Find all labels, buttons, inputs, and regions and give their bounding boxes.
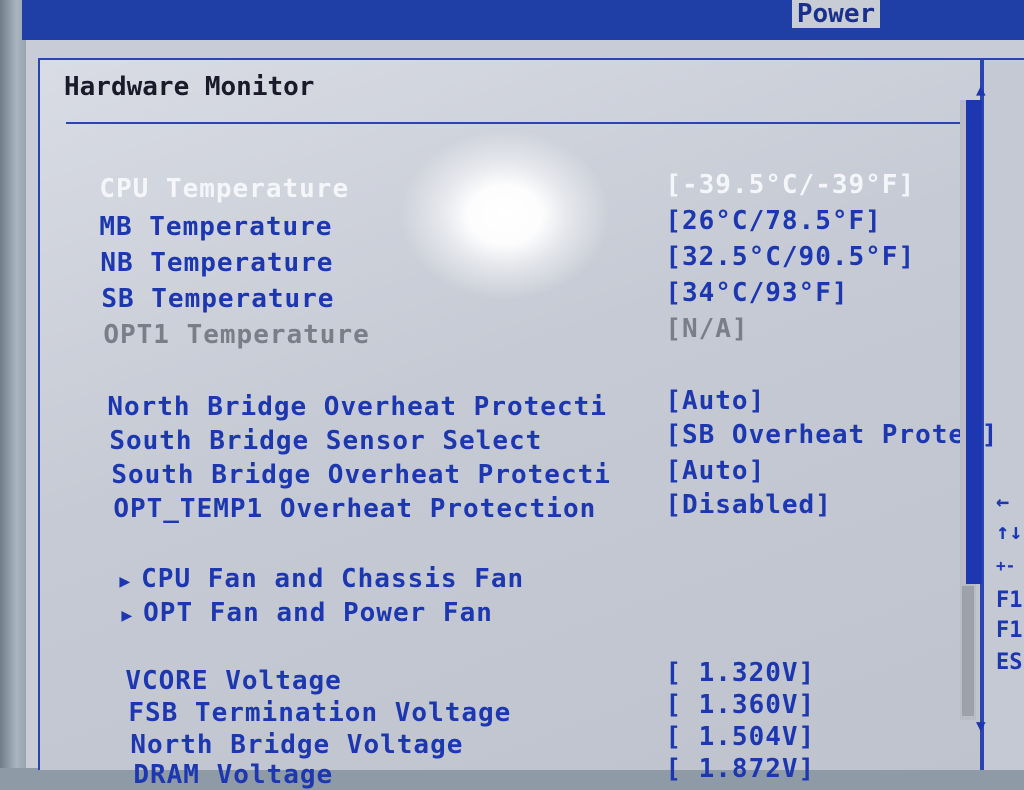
- page-title: Hardware Monitor: [64, 72, 315, 102]
- setting-value: [Disabled]: [665, 490, 832, 520]
- setting-row-opt-temp1-overheat-protection[interactable]: OPT_TEMP1 Overheat Protection: [80, 464, 596, 524]
- tab-power[interactable]: Power: [792, 0, 880, 28]
- setting-value: [N/A]: [665, 314, 749, 344]
- help-key-plus-minus: +-: [996, 556, 1016, 575]
- submenu-arrow-icon: ▶: [121, 605, 134, 626]
- submenu-opt-fan-power-fan[interactable]: ▶ OPT Fan and Power Fan: [88, 568, 493, 628]
- setting-value: [ 1.872V]: [665, 754, 816, 784]
- help-key-f1: F1: [996, 588, 1023, 613]
- help-key-esc: ES: [996, 650, 1023, 675]
- submenu-label: OPT Fan and Power Fan: [143, 598, 493, 628]
- setting-value-dram-voltage: [ 1.872V]: [632, 724, 815, 784]
- title-divider: [66, 122, 978, 124]
- scrollbar-thumb[interactable]: [966, 100, 982, 584]
- help-key-left-right: ←: [996, 490, 1010, 515]
- setting-label: OPT1 Temperature: [103, 320, 370, 350]
- setting-label: OPT_TEMP1 Overheat Protection: [113, 494, 597, 524]
- bios-menu-bar: Power: [22, 0, 1024, 40]
- setting-value-opt-temp1-overheat-protection[interactable]: [Disabled]: [632, 460, 832, 520]
- setting-label: DRAM Voltage: [133, 760, 334, 790]
- setting-value-opt1-temperature: [N/A]: [632, 284, 749, 344]
- scroll-up-icon[interactable]: ▲: [976, 80, 986, 99]
- help-key-up-down: ↑↓: [996, 520, 1023, 545]
- scroll-down-icon[interactable]: ▼: [976, 716, 986, 735]
- scrollbar-lower-track: [962, 586, 974, 716]
- help-key-f10: F1: [996, 618, 1023, 643]
- setting-row-opt1-temperature[interactable]: OPT1 Temperature: [70, 290, 370, 350]
- setting-row-dram-voltage[interactable]: DRAM Voltage: [100, 730, 333, 790]
